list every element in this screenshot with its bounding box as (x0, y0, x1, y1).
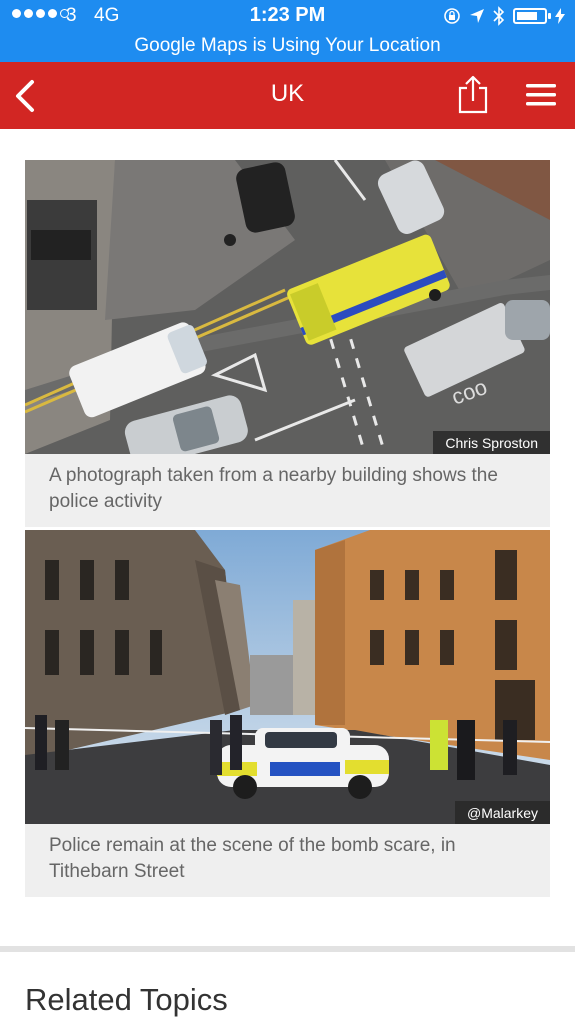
hamburger-menu-icon (526, 84, 556, 106)
aerial-street-photo: соо (25, 160, 550, 454)
photo-caption: A photograph taken from a nearby buildin… (49, 465, 498, 512)
status-icons (443, 6, 565, 26)
location-banner[interactable]: Google Maps is Using Your Location (0, 32, 575, 60)
article-figure: @Malarkey Police remain at the scene of … (25, 530, 550, 897)
photo-police-street[interactable]: @Malarkey (25, 530, 550, 824)
charging-bolt-icon (555, 8, 565, 24)
street-scene-photo (25, 530, 550, 824)
share-button[interactable] (456, 74, 490, 114)
bluetooth-icon (493, 6, 505, 26)
status-row: 3 4G 1:23 PM (0, 0, 575, 32)
rotation-lock-icon (444, 8, 460, 24)
menu-button[interactable] (524, 80, 558, 110)
nav-bar: UK (0, 62, 575, 129)
article-figure: соо Chris Sproston A photograph taken fr… (25, 160, 550, 527)
related-topics-heading: Related Topics (25, 982, 228, 1017)
share-icon (458, 75, 488, 114)
photo-credit: @Malarkey (454, 801, 550, 824)
battery-icon (513, 8, 551, 24)
section-divider (0, 946, 575, 952)
photo-caption: Police remain at the scene of the bomb s… (49, 835, 456, 882)
location-arrow-icon (470, 9, 484, 23)
photo-police-aerial[interactable]: соо Chris Sproston (25, 160, 550, 454)
photo-credit: Chris Sproston (433, 431, 550, 454)
status-bar: 3 4G 1:23 PM Google Maps is Using Your L… (0, 0, 575, 62)
